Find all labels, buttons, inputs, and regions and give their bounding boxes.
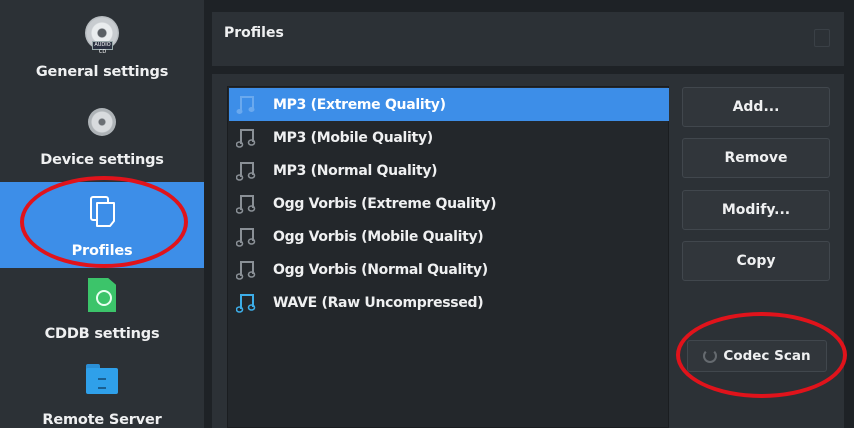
list-item[interactable]: Ogg Vorbis (Normal Quality) <box>229 253 669 286</box>
network-folder-icon <box>86 364 118 394</box>
page-header: Profiles <box>212 12 844 66</box>
sidebar-item-label: Remote Server <box>42 412 162 428</box>
music-note-icon <box>236 161 256 181</box>
list-item[interactable]: MP3 (Normal Quality) <box>229 154 669 187</box>
list-item[interactable]: WAVE (Raw Uncompressed) <box>229 286 669 319</box>
audio-cd-badge: AUDIO CD <box>92 41 113 55</box>
profile-list[interactable]: MP3 (Extreme Quality) MP3 (Mobile Qualit… <box>227 86 669 428</box>
codec-scan-label: Codec Scan <box>723 348 811 364</box>
sidebar-item-device-settings[interactable]: Device settings <box>0 108 204 178</box>
codec-scan-button[interactable]: Codec Scan <box>687 340 827 372</box>
list-item[interactable]: MP3 (Mobile Quality) <box>229 121 669 154</box>
remove-button[interactable]: Remove <box>682 138 830 178</box>
cddb-file-icon <box>88 278 116 312</box>
sidebar-item-cddb-settings[interactable]: CDDB settings <box>0 278 204 348</box>
list-item[interactable]: Ogg Vorbis (Extreme Quality) <box>229 187 669 220</box>
page-title: Profiles <box>224 25 284 41</box>
sidebar-item-label: CDDB settings <box>44 326 160 342</box>
profile-name: Ogg Vorbis (Extreme Quality) <box>273 195 497 212</box>
profile-name: Ogg Vorbis (Mobile Quality) <box>273 228 484 245</box>
music-note-icon <box>236 260 256 280</box>
sidebar-item-remote-server[interactable]: Remote Server <box>0 364 204 428</box>
music-note-icon <box>236 194 256 214</box>
sidebar-item-label: Profiles <box>71 243 133 259</box>
profile-name: WAVE (Raw Uncompressed) <box>273 294 484 311</box>
sidebar: AUDIO CD General settings Device setting… <box>0 0 204 428</box>
profile-name: Ogg Vorbis (Normal Quality) <box>273 261 488 278</box>
optical-drive-icon <box>88 108 116 136</box>
modify-button[interactable]: Modify... <box>682 190 830 230</box>
trash-icon <box>814 29 830 47</box>
sidebar-item-profiles[interactable]: Profiles <box>0 182 204 268</box>
music-note-icon <box>236 95 255 114</box>
sidebar-item-label: General settings <box>35 64 169 80</box>
list-item[interactable]: MP3 (Extreme Quality) <box>229 88 669 121</box>
list-item[interactable]: Ogg Vorbis (Mobile Quality) <box>229 220 669 253</box>
refresh-icon <box>703 349 718 363</box>
add-button[interactable]: Add... <box>682 87 830 127</box>
profile-name: MP3 (Extreme Quality) <box>273 96 446 113</box>
music-note-icon <box>236 293 256 313</box>
sidebar-item-general-settings[interactable]: AUDIO CD General settings <box>0 16 204 92</box>
music-note-icon <box>236 227 256 247</box>
profile-name: MP3 (Normal Quality) <box>273 162 438 179</box>
copy-button[interactable]: Copy <box>682 241 830 281</box>
profile-name: MP3 (Mobile Quality) <box>273 129 433 146</box>
sidebar-item-label: Device settings <box>40 152 164 168</box>
document-copy-icon <box>90 196 115 227</box>
audio-cd-icon: AUDIO CD <box>85 16 119 55</box>
music-note-icon <box>236 128 256 148</box>
